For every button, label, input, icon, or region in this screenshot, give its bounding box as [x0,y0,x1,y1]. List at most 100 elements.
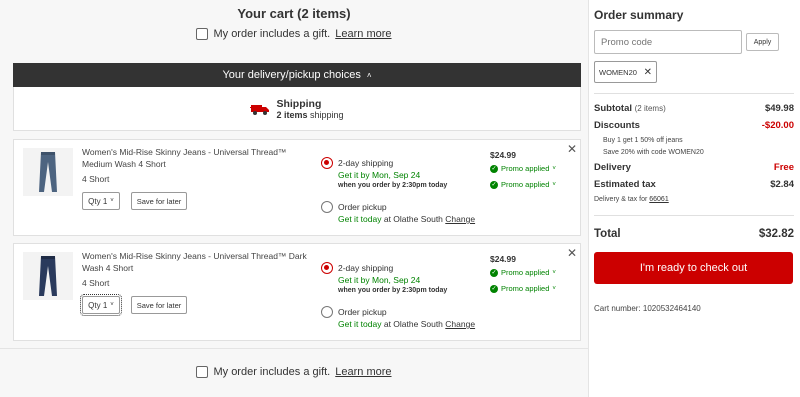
check-icon: ✓ [490,164,498,173]
product-title: Women's Mid-Rise Skinny Jeans - Universa… [82,251,307,273]
item-price: $24.99 [490,254,516,264]
two-day-shipping-radio[interactable] [321,262,333,274]
two-day-shipping-radio[interactable] [321,157,333,169]
product-image [23,252,73,300]
shipping-summary: Shipping 2 items shipping [13,87,581,131]
promo-label: Promo applied [501,164,550,173]
discounts-value: -$20.00 [761,120,794,131]
product-name[interactable]: Women's Mid-Rise Skinny Jeans - Universa… [82,146,307,185]
gift-option-bottom: My order includes a gift. Learn more [0,366,588,378]
divider [594,215,794,216]
tax-row: Estimated tax $2.84 [594,179,794,190]
cart-number: Cart number: 1020532464140 [594,304,701,313]
chevron-down-icon: ˅ [110,302,114,308]
promo-label: Promo applied [501,284,550,293]
promo-code-value: WOMEN20 [599,67,637,77]
gift-checkbox[interactable] [196,28,209,40]
chevron-down-icon: ˅ [552,285,556,292]
subtotal-row: Subtotal (2 items) $49.98 [594,103,794,114]
discounts-label: Discounts [594,120,640,131]
subtotal-value: $49.98 [764,103,794,114]
check-icon: ✓ [490,284,498,293]
order-pickup-radio[interactable] [321,306,333,318]
order-pickup-radio[interactable] [321,201,333,213]
learn-more-link[interactable]: Learn more [335,366,391,378]
learn-more-link[interactable]: Learn more [335,28,391,40]
tax-label: Estimated tax [594,179,656,190]
promo-label: Promo applied [501,180,550,189]
delivery-choices-toggle[interactable]: Your delivery/pickup choices ˄ [13,63,581,87]
promo-applied[interactable]: ✓ Promo applied ˅ [490,284,556,293]
quantity-select[interactable]: Qty 1 ˅ [82,192,120,210]
product-image [23,148,73,196]
order-pickup-label: Order pickup [338,307,387,317]
order-cutoff: when you order by 2:30pm today [338,287,448,294]
cart-item: Women's Mid-Rise Skinny Jeans - Universa… [13,139,581,236]
total-row: Total $32.82 [594,228,794,240]
order-pickup-label: Order pickup [338,202,387,212]
product-size: 4 Short [82,174,110,184]
tax-value: $2.84 [770,179,794,190]
zip-code-link[interactable]: 66061 [649,196,668,203]
delivery-label: Delivery [594,162,631,173]
discounts-row: Discounts -$20.00 [594,120,794,131]
chevron-down-icon: ˅ [552,165,556,172]
pickup-today: Get it today [338,319,382,329]
pickup-info: Get it today at Olathe South Change [338,214,475,224]
shipping-title: Shipping [276,97,322,110]
remove-promo-close-icon[interactable]: ✕ [644,67,652,78]
subtotal-item-count: (2 items) [634,104,666,113]
cart-panel: Your cart (2 items) My order includes a … [0,0,588,397]
product-name[interactable]: Women's Mid-Rise Skinny Jeans - Universa… [82,250,307,289]
divider [594,93,794,94]
change-store-link[interactable]: Change [445,214,475,224]
tax-note: Delivery & tax for 66061 [594,196,669,203]
chevron-up-icon: ˄ [366,70,372,80]
shipping-count-value: 2 items [276,109,308,120]
subtotal-label-text: Subtotal [594,103,632,114]
order-summary-title: Order summary [594,8,684,22]
apply-promo-button[interactable]: Apply [746,33,779,51]
chevron-down-icon: ˅ [552,181,556,188]
change-store-link[interactable]: Change [445,319,475,329]
save-for-later-button[interactable]: Save for later [131,192,187,210]
pickup-store: at Olathe South [383,214,443,224]
chevron-down-icon: ˅ [552,269,556,276]
order-cutoff: when you order by 2:30pm today [338,182,448,189]
promo-applied[interactable]: ✓ Promo applied ˅ [490,180,556,189]
promo-code-input[interactable] [594,30,742,54]
check-icon: ✓ [490,268,498,277]
discount-note: Buy 1 get 1 50% off jeans [603,137,683,144]
promo-applied[interactable]: ✓ Promo applied ˅ [490,164,556,173]
delivery-date: Get it by Mon, Sep 24 [338,275,421,285]
gift-checkbox[interactable] [196,366,209,378]
pickup-store: at Olathe South [383,319,443,329]
save-for-later-button[interactable]: Save for later [131,296,187,314]
delivery-row: Delivery Free [594,162,794,173]
quantity-value: Qty 1 [88,196,108,206]
two-day-shipping-label: 2-day shipping [338,158,394,168]
checkout-button[interactable]: I'm ready to check out [594,252,793,284]
subtotal-label: Subtotal (2 items) [594,103,666,114]
pickup-info: Get it today at Olathe South Change [338,319,475,329]
product-size: 4 Short [82,278,110,288]
promo-applied[interactable]: ✓ Promo applied ˅ [490,268,556,277]
promo-label: Promo applied [501,268,550,277]
delivery-choices-label: Your delivery/pickup choices [222,69,361,81]
applied-promo-chip: WOMEN20 ✕ [594,61,657,83]
cart-item: Women's Mid-Rise Skinny Jeans - Universa… [13,243,581,341]
product-title: Women's Mid-Rise Skinny Jeans - Universa… [82,147,287,169]
tax-note-text: Delivery & tax for [594,196,648,203]
gift-label: My order includes a gift. [213,28,331,40]
chevron-down-icon: ˅ [110,198,114,204]
order-summary-panel: Order summary Apply WOMEN20 ✕ Subtotal (… [588,0,800,397]
remove-item-close-icon[interactable]: ✕ [567,142,577,156]
item-price: $24.99 [490,150,516,160]
gift-option-top: My order includes a gift. Learn more [0,28,588,40]
quantity-select[interactable]: Qty 1 ˅ [80,294,122,316]
remove-item-close-icon[interactable]: ✕ [567,246,577,260]
pickup-today: Get it today [338,214,382,224]
truck-icon [250,104,270,115]
cart-title: Your cart (2 items) [237,6,351,21]
check-icon: ✓ [490,180,498,189]
